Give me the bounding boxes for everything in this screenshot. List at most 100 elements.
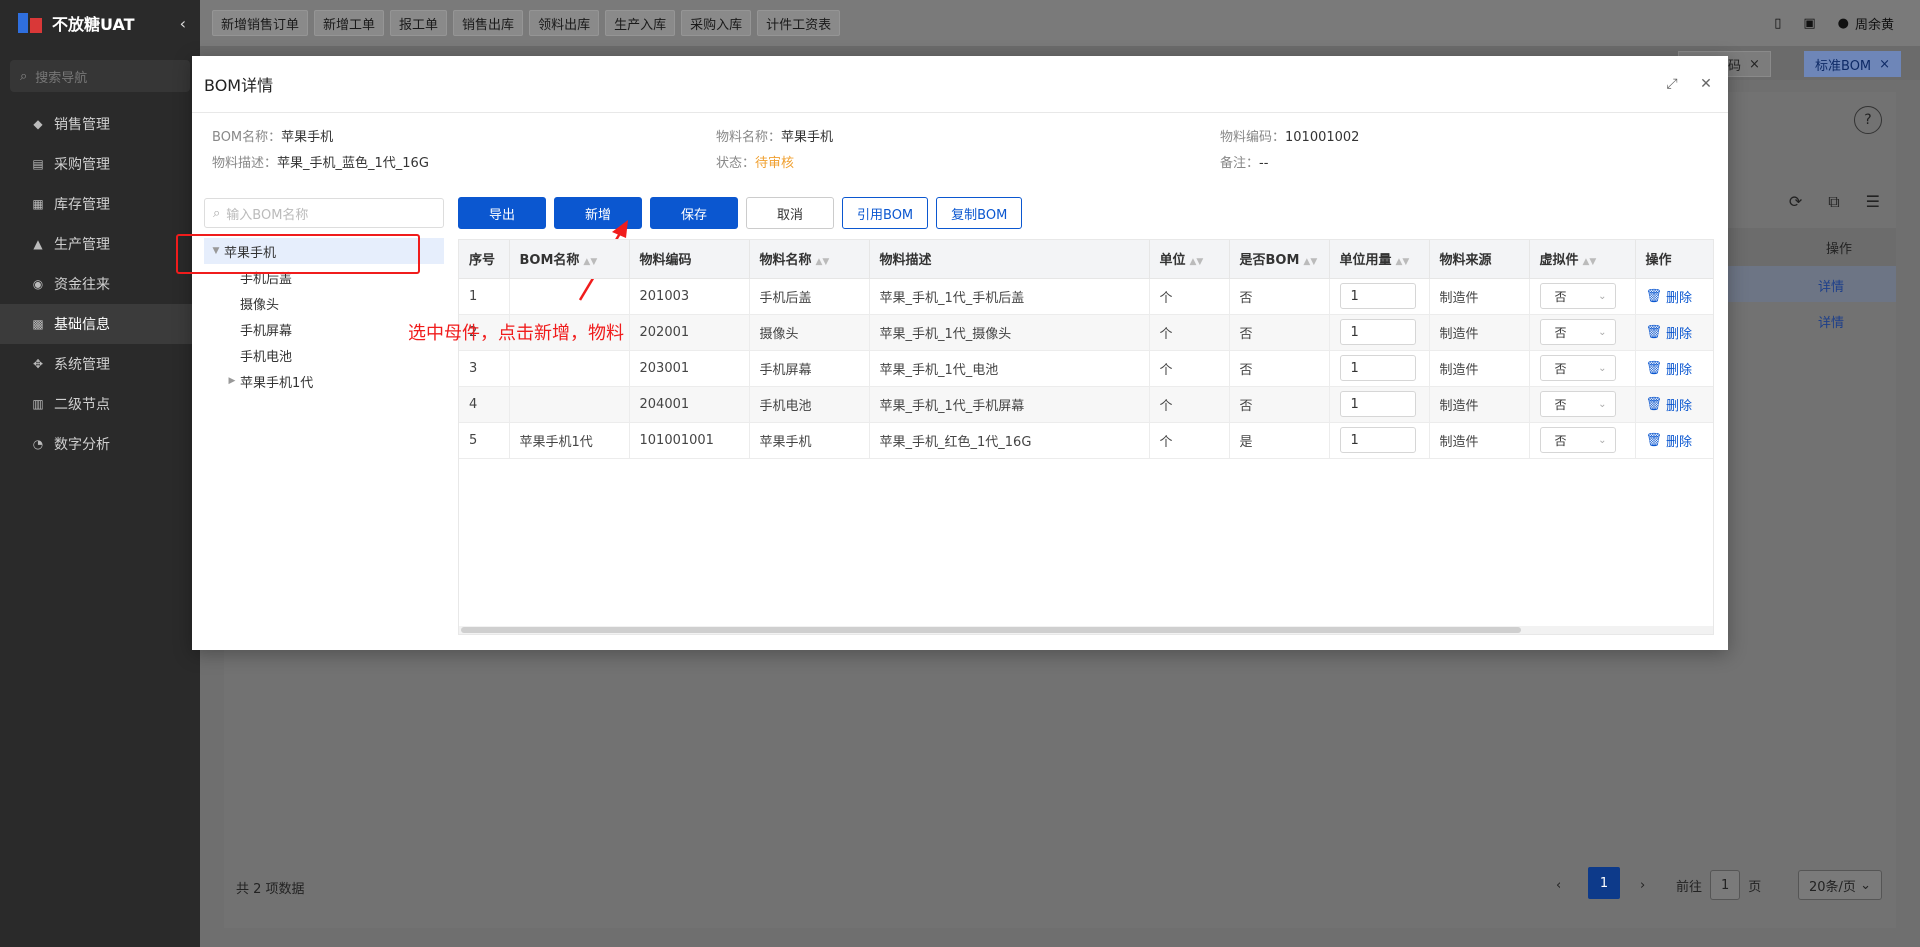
close-icon[interactable]: ✕: [1696, 76, 1716, 92]
ref-bom-button[interactable]: 引用BOM: [842, 197, 929, 229]
cell-value: 5: [469, 432, 478, 448]
quantity-input[interactable]: 1: [1339, 427, 1416, 453]
chevron-left-icon[interactable]: ‹: [180, 14, 186, 33]
column-header[interactable]: BOM名称 ▲▼: [509, 240, 630, 279]
cell-action: 🗑 删除: [1635, 350, 1713, 387]
quick-action-button[interactable]: 新增销售订单: [212, 10, 309, 36]
cell-value: 手机后盖: [759, 290, 812, 306]
info-desc: 物料描述：苹果_手机_蓝色_1代_16G: [212, 152, 429, 171]
delete-button[interactable]: 🗑 删除: [1646, 287, 1705, 306]
sidebar-item[interactable]: ▲ 生产管理: [0, 224, 200, 264]
chart-icon[interactable]: ▣: [1803, 16, 1815, 31]
column-header-label: 物料编码: [639, 253, 692, 269]
cancel-button[interactable]: 取消: [746, 197, 834, 229]
column-settings-icon[interactable]: ☰: [1866, 192, 1880, 212]
help-icon[interactable]: ?: [1854, 106, 1882, 134]
select-value: 否: [1554, 397, 1567, 412]
quantity-input[interactable]: 1: [1339, 355, 1416, 381]
column-header[interactable]: 虚拟件 ▲▼: [1529, 240, 1636, 279]
prev-page-icon[interactable]: ‹: [1556, 870, 1561, 900]
annotation-text: 选中母件，点击新增，物料: [408, 323, 624, 344]
tree-node[interactable]: 手机电池: [204, 342, 444, 368]
close-icon[interactable]: ×: [1749, 57, 1760, 72]
quantity-input[interactable]: 1: [1339, 283, 1416, 309]
tree-node[interactable]: 摄像头: [204, 290, 444, 316]
status-badge: 待审核: [755, 156, 795, 171]
cell-value: 个: [1159, 398, 1173, 414]
column-header[interactable]: 单位用量 ▲▼: [1329, 240, 1430, 279]
page-size-select[interactable]: 20条/页 ⌄: [1798, 870, 1882, 900]
info-material-name: 物料名称：苹果手机: [716, 126, 833, 145]
cell-value: 苹果手机: [759, 434, 812, 450]
copy-bom-button[interactable]: 复制BOM: [936, 197, 1023, 229]
sort-icon[interactable]: ▲▼: [816, 257, 830, 267]
delete-button[interactable]: 🗑 删除: [1646, 395, 1705, 414]
sort-icon[interactable]: ▲▼: [1396, 257, 1410, 267]
tab-standard-bom[interactable]: 标准BOM ×: [1804, 51, 1902, 77]
detail-link[interactable]: 详情: [1818, 312, 1844, 331]
virtual-select[interactable]: 否 ⌄: [1539, 319, 1616, 345]
delete-button[interactable]: 🗑 删除: [1646, 431, 1705, 450]
column-header[interactable]: 单位 ▲▼: [1149, 240, 1230, 279]
delete-button[interactable]: 🗑 删除: [1646, 323, 1705, 342]
nav-search-input[interactable]: ⌕ 搜索导航: [10, 60, 190, 92]
bom-search-input[interactable]: ⌕ 输入BOM名称: [204, 198, 444, 228]
sidebar-item[interactable]: ◔ 数字分析: [0, 424, 200, 464]
column-header[interactable]: 物料名称 ▲▼: [749, 240, 870, 279]
goto-suffix: 页: [1748, 879, 1762, 895]
sidebar-item[interactable]: ✥ 系统管理: [0, 344, 200, 384]
goto-input[interactable]: 1: [1710, 870, 1741, 900]
column-header: 序号: [459, 240, 510, 279]
quick-action-button[interactable]: 报工单: [390, 10, 448, 36]
sidebar-item[interactable]: ▥ 二级节点: [0, 384, 200, 424]
sidebar-item[interactable]: ◉ 资金往来: [0, 264, 200, 304]
sidebar-item[interactable]: ▩ 基础信息: [0, 304, 200, 344]
quick-action-button[interactable]: 生产入库: [605, 10, 676, 36]
quantity-input[interactable]: 1: [1339, 319, 1416, 345]
cell-value: 制造件: [1439, 290, 1479, 306]
quick-action-button[interactable]: 销售出库: [453, 10, 524, 36]
virtual-select[interactable]: 否 ⌄: [1539, 355, 1616, 381]
quick-action-button[interactable]: 采购入库: [681, 10, 752, 36]
quick-action-button[interactable]: 领料出库: [529, 10, 600, 36]
caret-right-icon[interactable]: ▶: [224, 376, 240, 386]
sidebar-item-label: 二级节点: [54, 397, 110, 413]
sort-icon[interactable]: ▲▼: [1190, 257, 1204, 267]
horizontal-scrollbar[interactable]: [459, 626, 1713, 634]
user-menu[interactable]: ● 周余黄: [1838, 14, 1894, 33]
virtual-select[interactable]: 否 ⌄: [1539, 391, 1616, 417]
next-page-icon[interactable]: ›: [1640, 870, 1645, 900]
close-icon[interactable]: ×: [1879, 57, 1890, 72]
quick-action-button[interactable]: 新增工单: [314, 10, 385, 36]
sidebar-item[interactable]: ▦ 库存管理: [0, 184, 200, 224]
mobile-icon[interactable]: ▯: [1774, 16, 1781, 31]
maximize-icon[interactable]: ⤢: [1662, 76, 1682, 92]
cell-name: 摄像头: [749, 314, 870, 351]
tree-node[interactable]: ▶ 苹果手机1代: [204, 368, 444, 394]
save-button[interactable]: 保存: [650, 197, 738, 229]
fullscreen-icon[interactable]: ⧉: [1828, 192, 1839, 212]
column-header[interactable]: 是否BOM ▲▼: [1229, 240, 1330, 279]
cell-value: 201003: [639, 288, 690, 304]
cell-value: 制造件: [1439, 398, 1479, 414]
refresh-icon[interactable]: ⟳: [1789, 192, 1802, 212]
sort-icon[interactable]: ▲▼: [1583, 257, 1597, 267]
bg-col-operation: 操作: [1825, 242, 1852, 257]
page-number[interactable]: 1: [1588, 867, 1620, 899]
sidebar-item[interactable]: ◆ 销售管理: [0, 104, 200, 144]
quick-action-button[interactable]: 计件工资表: [757, 10, 841, 36]
detail-link[interactable]: 详情: [1818, 276, 1844, 295]
label: 物料编码：: [1220, 130, 1286, 145]
trash-icon: 🗑: [1645, 288, 1663, 304]
quantity-input[interactable]: 1: [1339, 391, 1416, 417]
select-value: 否: [1554, 289, 1567, 304]
virtual-select[interactable]: 否 ⌄: [1539, 427, 1616, 453]
sidebar-item[interactable]: ▤ 采购管理: [0, 144, 200, 184]
scrollbar-thumb[interactable]: [461, 627, 1521, 633]
export-button[interactable]: 导出: [458, 197, 546, 229]
cell-value: 4: [469, 396, 478, 412]
delete-button[interactable]: 🗑 删除: [1646, 359, 1705, 378]
sort-icon[interactable]: ▲▼: [583, 257, 597, 267]
sort-icon[interactable]: ▲▼: [1303, 257, 1317, 267]
virtual-select[interactable]: 否 ⌄: [1539, 283, 1616, 309]
